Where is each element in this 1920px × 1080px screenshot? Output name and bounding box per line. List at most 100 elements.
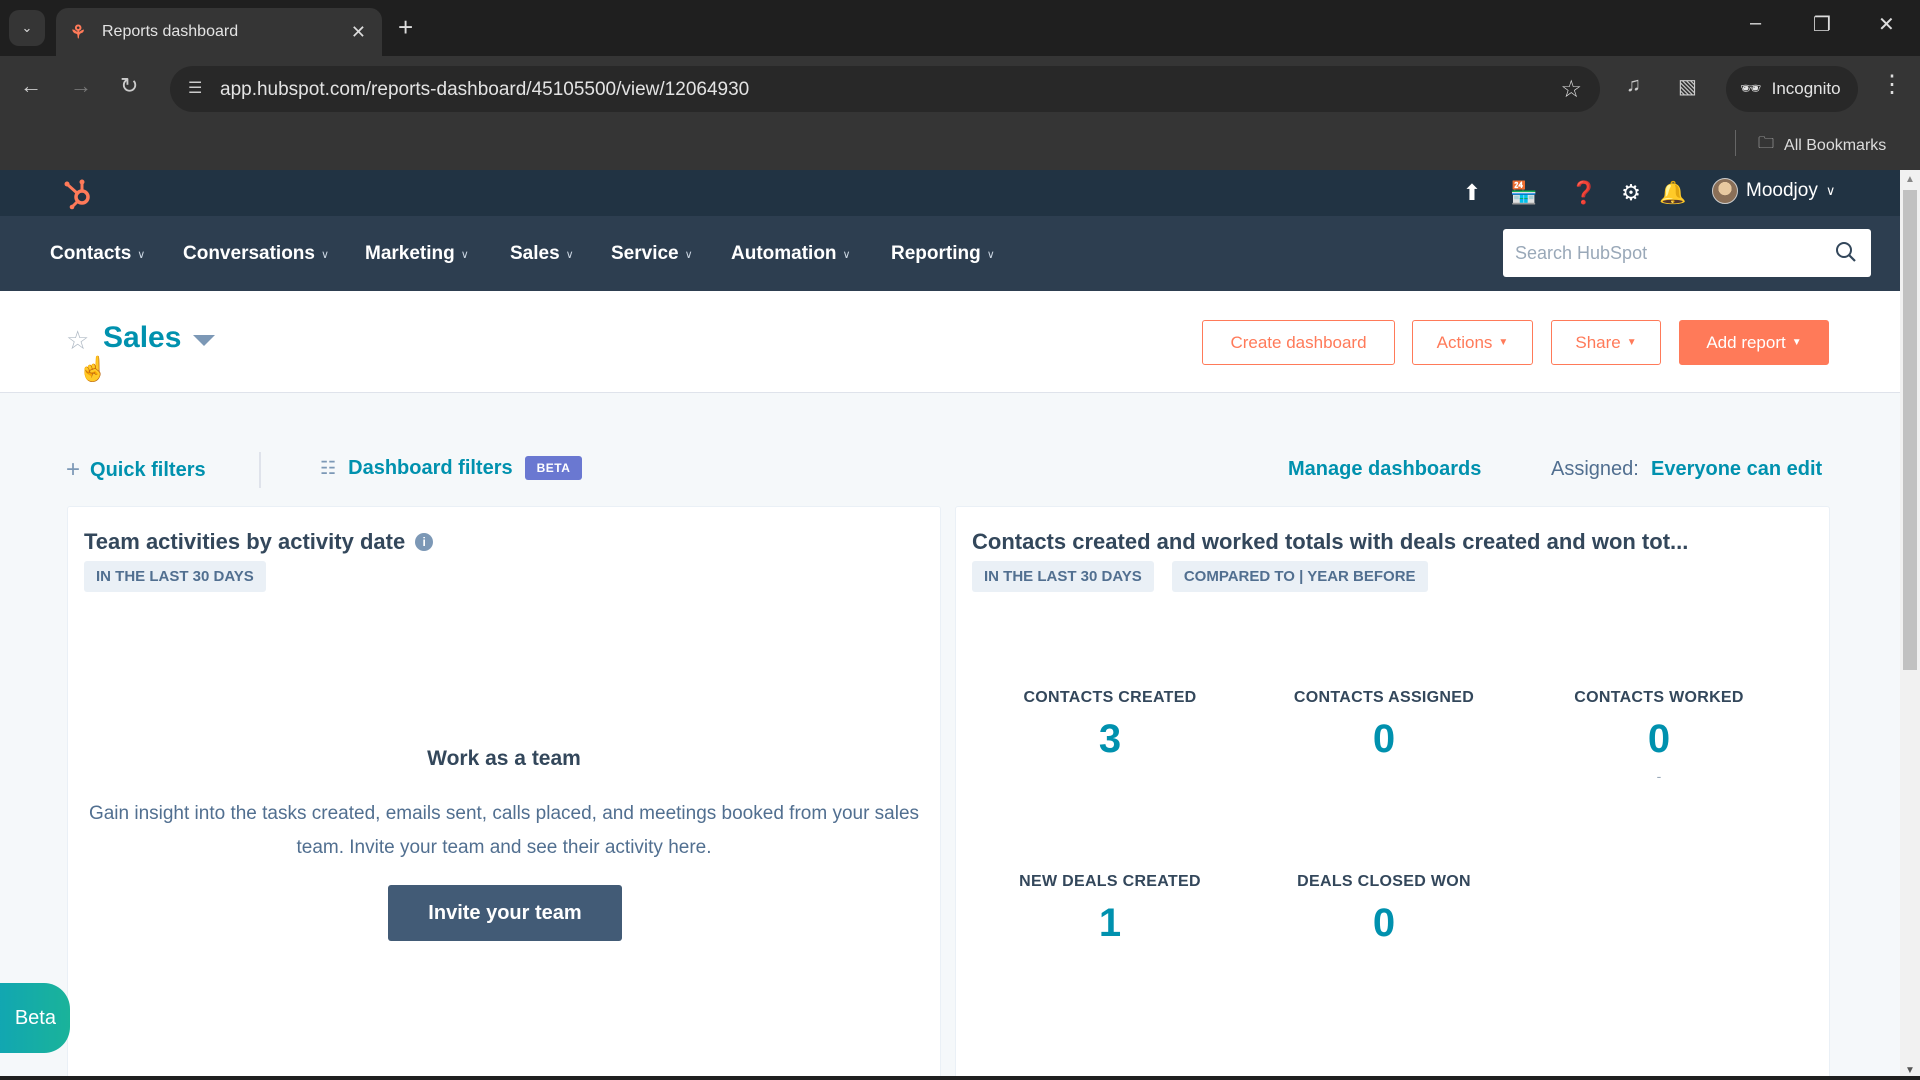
nav-label: Reporting <box>891 243 981 264</box>
add-report-button[interactable]: Add report ▼ <box>1679 320 1829 365</box>
kpi-deals-closed-won[interactable]: DEALS CLOSED WON 0 <box>1254 873 1514 952</box>
side-panel-icon[interactable]: ▧ <box>1678 74 1697 99</box>
user-name: Moodjoy <box>1746 180 1818 201</box>
filters-row: + Quick filters ☷ Dashboard filters BETA… <box>0 440 1900 500</box>
minimize-icon[interactable]: – <box>1750 12 1761 35</box>
close-window-icon[interactable]: ✕ <box>1878 12 1895 37</box>
dashboard-filters-button[interactable]: ☷ Dashboard filters BETA <box>320 456 583 480</box>
card-title-text[interactable]: Contacts created and worked totals with … <box>972 529 1688 555</box>
bottom-edge <box>0 1076 1920 1080</box>
dashboard-title[interactable]: Sales <box>103 321 181 355</box>
kpi-contacts-created[interactable]: CONTACTS CREATED 3 <box>980 689 1240 768</box>
settings-icon[interactable]: ⚙ <box>1617 179 1645 207</box>
browser-tab[interactable]: ⚘ Reports dashboard ✕ <box>56 8 382 56</box>
incognito-icon: 🕶 <box>1740 79 1762 98</box>
search-icon[interactable] <box>1835 241 1857 263</box>
kpi-label: CONTACTS WORKED <box>1574 689 1744 706</box>
card-title: Contacts created and worked totals with … <box>972 529 1688 555</box>
favorite-star-icon[interactable]: ☆ <box>66 325 89 356</box>
team-activities-card: Team activities by activity date i IN TH… <box>67 506 941 1080</box>
button-label: Add report <box>1706 332 1786 352</box>
nav-conversations[interactable]: Conversations ∨ <box>183 243 329 265</box>
info-icon[interactable]: i <box>415 533 434 551</box>
quick-filters-button[interactable]: + Quick filters <box>66 456 206 484</box>
manage-dashboards-link[interactable]: Manage dashboards <box>1288 458 1481 481</box>
forward-button[interactable]: → <box>70 73 92 99</box>
sliders-icon: ☷ <box>320 457 337 478</box>
tab-title: Reports dashboard <box>102 23 239 40</box>
date-range-tag: IN THE LAST 30 DAYS <box>972 561 1154 592</box>
assigned-value-link[interactable]: Everyone can edit <box>1651 458 1822 481</box>
nav-automation[interactable]: Automation ∨ <box>731 243 851 265</box>
comparison-tag: COMPARED TO | YEAR BEFORE <box>1171 561 1428 592</box>
kpi-label: DEALS CLOSED WON <box>1297 873 1471 890</box>
search-input[interactable] <box>1515 229 1815 277</box>
beta-badge: BETA <box>524 456 583 480</box>
notifications-icon[interactable]: 🔔 <box>1659 179 1687 207</box>
card-title-text[interactable]: Team activities by activity date <box>84 529 405 555</box>
chevron-down-icon: ∨ <box>460 248 469 261</box>
nav-sales[interactable]: Sales ∨ <box>510 243 574 265</box>
kpi-new-deals-created[interactable]: NEW DEALS CREATED 1 <box>980 873 1240 952</box>
bookmarks-bar: 🗀 All Bookmarks <box>0 120 1920 170</box>
button-label: Actions <box>1436 332 1493 352</box>
nav-reporting[interactable]: Reporting ∨ <box>891 243 995 265</box>
actions-button[interactable]: Actions ▼ <box>1412 320 1533 365</box>
tab-list-button[interactable]: ⌄ <box>9 10 45 46</box>
beta-feedback-label: Beta <box>14 1006 56 1029</box>
invite-team-button[interactable]: Invite your team <box>388 885 622 941</box>
address-bar[interactable]: ☰ app.hubspot.com/reports-dashboard/4510… <box>170 66 1600 112</box>
page-scrollbar[interactable]: ▲ ▼ <box>1900 170 1920 1080</box>
nav-label: Sales <box>510 243 560 264</box>
contacts-deals-card: Contacts created and worked totals with … <box>955 506 1830 1080</box>
help-icon[interactable]: ❓ <box>1570 179 1598 207</box>
nav-service[interactable]: Service ∨ <box>611 243 693 265</box>
chevron-down-icon: ⌄ <box>21 20 33 35</box>
chevron-down-icon: ∨ <box>842 248 851 261</box>
hubspot-logo-icon[interactable] <box>60 175 96 211</box>
main-nav: Contacts ∨ Conversations ∨ Marketing ∨ Sale… <box>0 216 1900 291</box>
user-menu[interactable]: Moodjoy ∨ <box>1712 178 1835 204</box>
all-bookmarks-button[interactable]: 🗀 All Bookmarks <box>1758 132 1886 159</box>
tune-icon[interactable]: ☰ <box>188 78 202 98</box>
star-icon[interactable]: ☆ <box>1560 75 1582 104</box>
card-title: Team activities by activity date i <box>84 529 434 555</box>
dashboard-switcher-caret-icon[interactable] <box>193 335 215 346</box>
beta-feedback-button[interactable]: Beta <box>0 983 70 1053</box>
dashboard-filters-label: Dashboard filters <box>348 456 513 479</box>
url-text[interactable]: app.hubspot.com/reports-dashboard/451055… <box>220 79 749 101</box>
filters-divider <box>259 452 261 488</box>
upgrade-icon[interactable]: ⬆ <box>1458 179 1486 207</box>
close-icon[interactable]: ✕ <box>351 22 366 43</box>
date-range-tag: IN THE LAST 30 DAYS <box>84 561 266 592</box>
kpi-value: 1 <box>1098 901 1122 945</box>
avatar <box>1712 178 1738 204</box>
nav-contacts[interactable]: Contacts ∨ <box>50 243 145 265</box>
reload-button[interactable]: ↻ <box>120 73 138 99</box>
chevron-down-icon: ∨ <box>137 248 146 261</box>
folder-icon: 🗀 <box>1758 135 1775 152</box>
marketplace-icon[interactable]: 🏪 <box>1510 179 1538 207</box>
kpi-contacts-worked[interactable]: CONTACTS WORKED 0 - <box>1529 689 1789 784</box>
kpi-value: 0 <box>1372 717 1396 761</box>
kebab-menu-icon[interactable]: ⋮ <box>1880 70 1904 99</box>
scroll-up-icon[interactable]: ▲ <box>1905 174 1915 185</box>
share-button[interactable]: Share ▼ <box>1551 320 1661 365</box>
kpi-contacts-assigned[interactable]: CONTACTS ASSIGNED 0 <box>1254 689 1514 768</box>
chevron-down-icon: ∨ <box>320 248 330 261</box>
incognito-badge[interactable]: 🕶 Incognito <box>1726 66 1858 112</box>
assigned-label: Assigned: <box>1551 458 1639 480</box>
chevron-down-icon: ∨ <box>565 248 574 261</box>
media-control-icon[interactable]: ♫ <box>1626 74 1641 97</box>
back-button[interactable]: ← <box>20 73 42 99</box>
bookmarks-divider <box>1735 130 1736 156</box>
scrollbar-thumb[interactable] <box>1903 190 1917 670</box>
restore-icon[interactable]: ❐ <box>1813 12 1831 37</box>
new-tab-button[interactable]: + <box>398 12 413 43</box>
create-dashboard-button[interactable]: Create dashboard <box>1202 320 1395 365</box>
nav-marketing[interactable]: Marketing ∨ <box>365 243 469 265</box>
chevron-down-icon: ∨ <box>986 248 995 261</box>
scroll-down-icon[interactable]: ▼ <box>1905 1065 1915 1076</box>
caret-down-icon: ▼ <box>1791 337 1802 348</box>
caret-down-icon: ▼ <box>1626 337 1637 348</box>
